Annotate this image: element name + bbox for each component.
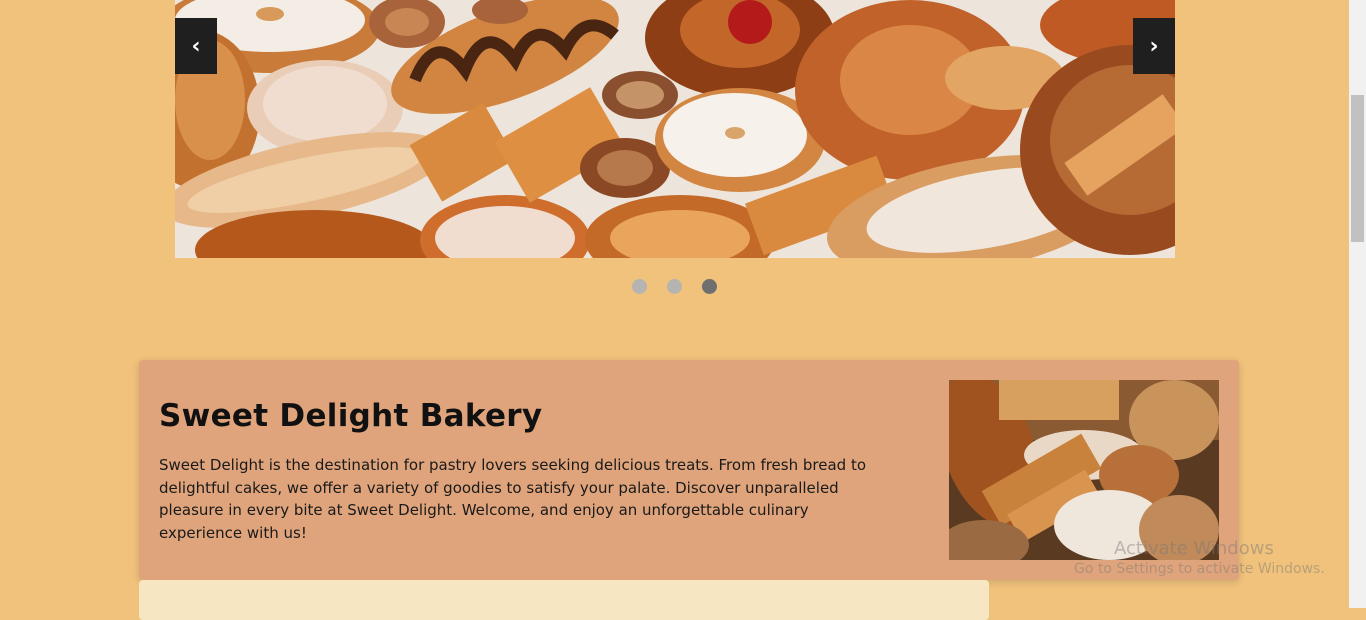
carousel-indicator-1[interactable] [632, 279, 647, 294]
carousel-next-button[interactable]: › [1133, 18, 1175, 74]
page-scrollbar[interactable] [1349, 0, 1366, 608]
carousel-indicator-2[interactable] [667, 279, 682, 294]
hero-carousel [175, 0, 1175, 258]
chevron-right-icon: › [1149, 33, 1159, 59]
carousel-indicators [632, 279, 717, 294]
about-title: Sweet Delight Bakery [159, 398, 543, 434]
about-description: Sweet Delight is the destination for pas… [159, 456, 867, 542]
scrollbar-thumb[interactable] [1351, 95, 1364, 242]
activate-windows-watermark: Activate Windows Go to Settings to activ… [1074, 538, 1325, 577]
chevron-left-icon: ‹ [191, 33, 201, 59]
pastries-slide-image [175, 0, 1175, 258]
bread-assortment-image [949, 380, 1219, 560]
watermark-title: Activate Windows [1114, 538, 1274, 559]
watermark-subtitle: Go to Settings to activate Windows. [1074, 561, 1325, 577]
carousel-prev-button[interactable]: ‹ [175, 18, 217, 74]
carousel-indicator-3[interactable] [702, 279, 717, 294]
lower-section-card [139, 580, 989, 620]
